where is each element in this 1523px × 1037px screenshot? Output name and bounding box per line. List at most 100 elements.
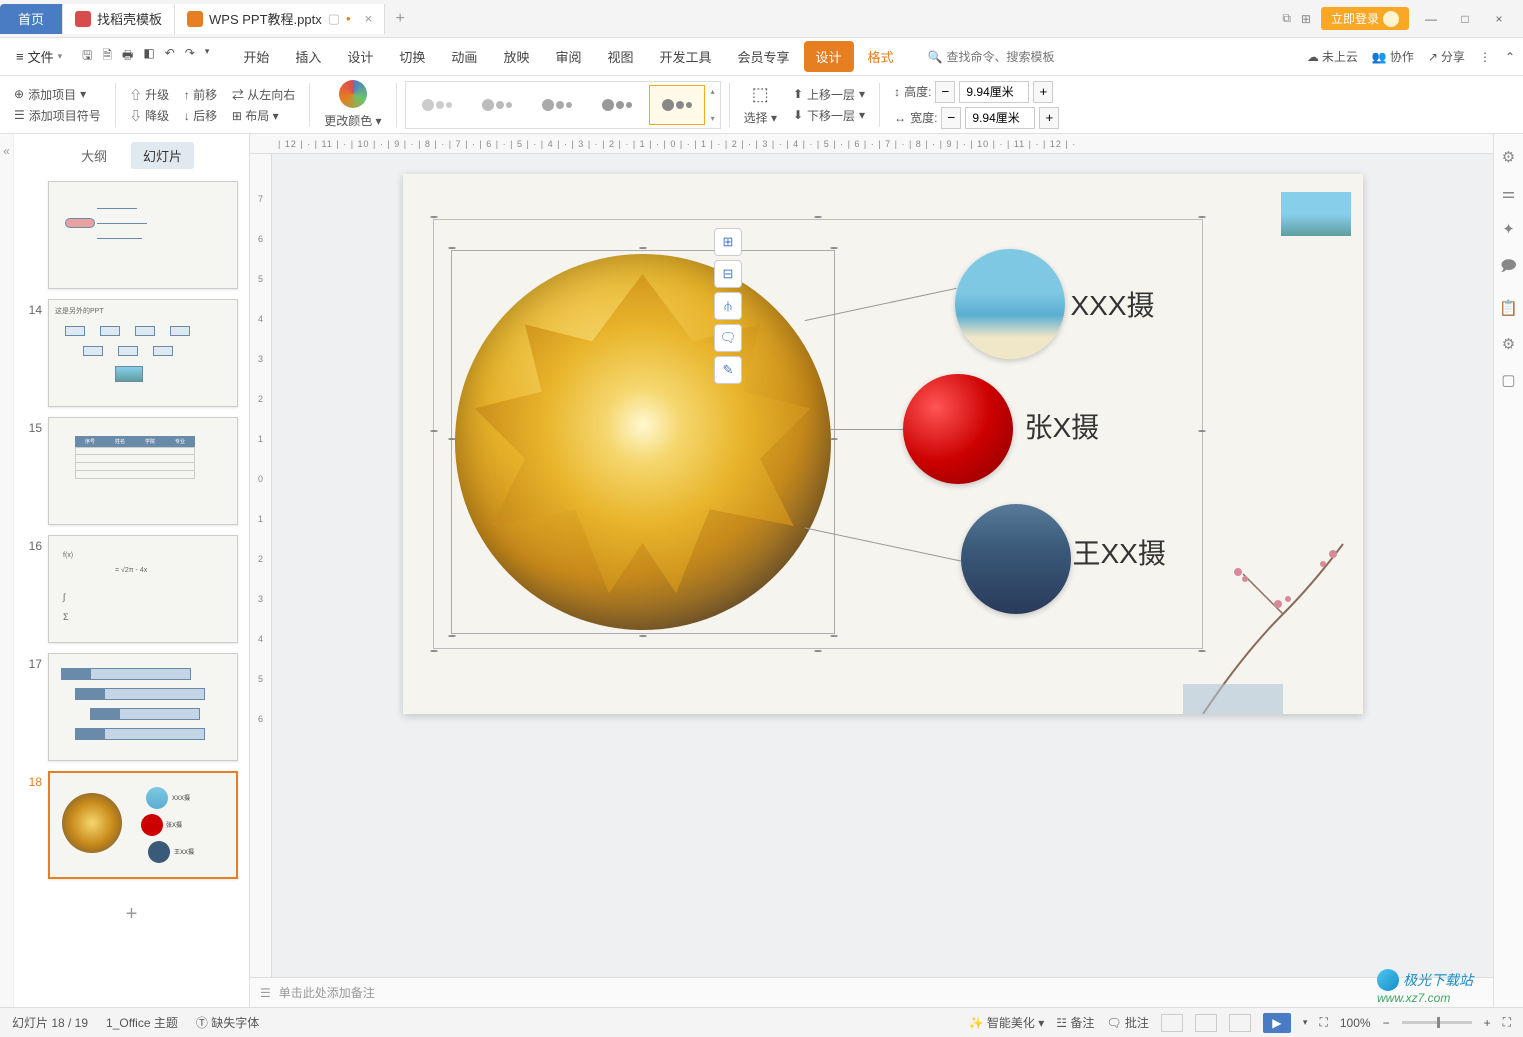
thumbnail-list[interactable]: 14 这是另外的PPT 15	[14, 177, 249, 1007]
print-icon[interactable]: 🖶	[122, 46, 133, 67]
ft-edit-icon[interactable]: ✎	[714, 356, 742, 384]
qat-more-icon[interactable]: ▾	[205, 46, 210, 67]
height-input[interactable]	[959, 81, 1029, 103]
comments-toggle[interactable]: 🗨 批注	[1106, 1014, 1149, 1031]
change-color-button[interactable]: 更改颜色 ▾	[324, 112, 381, 129]
label-2[interactable]: 张X摄	[1025, 406, 1100, 446]
menu-transition[interactable]: 切换	[387, 41, 437, 72]
ltr-button[interactable]: ⇄ 从左向右	[232, 86, 295, 103]
close-window-button[interactable]: ×	[1487, 12, 1511, 26]
smart-beautify-button[interactable]: ✨ 智能美化 ▾	[969, 1014, 1045, 1031]
undo-icon[interactable]: ↶	[165, 46, 175, 67]
zoom-slider[interactable]	[1402, 1021, 1472, 1024]
add-slide-button[interactable]: +	[22, 889, 241, 940]
share-button[interactable]: ↗分享	[1428, 48, 1465, 65]
sr-sparkle-icon[interactable]: ✦	[1502, 220, 1515, 238]
menu-format[interactable]: 格式	[856, 41, 906, 72]
promote-button[interactable]: ⇧ 升级	[130, 86, 169, 103]
not-cloud-button[interactable]: ☁未上云	[1307, 48, 1358, 65]
move-before-button[interactable]: ↑ 前移	[184, 86, 217, 103]
file-menu[interactable]: ≡ 文件 ▾	[8, 43, 70, 70]
sr-settings-icon[interactable]: ⚙	[1502, 148, 1515, 166]
sa-style-5[interactable]	[649, 85, 705, 125]
menu-view[interactable]: 视图	[595, 41, 645, 72]
small-image-3[interactable]	[961, 504, 1071, 614]
outline-tab[interactable]: 大纲	[69, 142, 119, 169]
fullscreen-button[interactable]: ⛶	[1503, 1015, 1511, 1030]
search-box[interactable]: 🔍	[928, 50, 1067, 64]
thumbnail-18[interactable]: XXX摄 张X摄 王XX摄	[48, 771, 238, 879]
maximize-button[interactable]: □	[1453, 12, 1477, 26]
zoom-in-button[interactable]: +	[1484, 1016, 1491, 1030]
select-icon[interactable]: ⬚	[752, 84, 769, 105]
home-tab[interactable]: 首页	[0, 4, 63, 34]
height-decrease[interactable]: −	[935, 81, 955, 103]
minimize-button[interactable]: —	[1419, 12, 1443, 26]
select-button[interactable]: 选择 ▾	[744, 109, 777, 126]
notes-placeholder[interactable]: 单击此处添加备注	[279, 984, 375, 1001]
menu-animation[interactable]: 动画	[439, 41, 489, 72]
move-down-button[interactable]: ⬇ 下移一层 ▾	[793, 107, 865, 124]
sa-style-2[interactable]	[469, 85, 525, 125]
menu-design[interactable]: 设计	[335, 41, 385, 72]
height-increase[interactable]: +	[1033, 81, 1053, 103]
ft-layout-icon[interactable]: ⊟	[714, 260, 742, 288]
color-wheel-icon[interactable]	[339, 80, 367, 108]
handle[interactable]	[448, 635, 456, 637]
handle[interactable]	[1198, 430, 1206, 432]
handle[interactable]	[830, 438, 838, 440]
vertical-ruler[interactable]: 76543210123456	[250, 154, 272, 977]
more-icon[interactable]: ⋮	[1479, 48, 1491, 65]
close-icon[interactable]: ×	[365, 11, 373, 26]
handle[interactable]	[814, 650, 822, 652]
add-bullet-button[interactable]: ☰ 添加项目符号	[14, 107, 101, 124]
handle[interactable]	[830, 635, 838, 637]
handle[interactable]	[430, 650, 438, 652]
slides-tab[interactable]: 幻灯片	[131, 142, 194, 169]
menu-design2[interactable]: 设计	[804, 41, 854, 72]
label-1[interactable]: XXX摄	[1071, 284, 1155, 324]
handle[interactable]	[639, 635, 647, 637]
sorter-view-button[interactable]	[1195, 1014, 1217, 1032]
ft-align-icon[interactable]: ⫛	[714, 292, 742, 320]
sr-clipboard-icon[interactable]: 📋	[1499, 299, 1518, 317]
add-item-button[interactable]: ⊕ 添加项目 ▾	[14, 86, 101, 103]
handle[interactable]	[430, 430, 438, 432]
thumbnail-14[interactable]: 这是另外的PPT	[48, 299, 238, 407]
layout-button[interactable]: ⊞ 布局 ▾	[232, 107, 279, 124]
zoom-out-button[interactable]: −	[1383, 1016, 1390, 1030]
handle[interactable]	[1198, 216, 1206, 218]
small-image-1[interactable]	[955, 249, 1065, 359]
sr-gear-icon[interactable]: ⚙	[1502, 335, 1515, 353]
sr-sliders-icon[interactable]: ⚌	[1502, 184, 1515, 202]
handle[interactable]	[448, 247, 456, 249]
menu-member[interactable]: 会员专享	[726, 41, 802, 72]
label-3[interactable]: 王XX摄	[1073, 532, 1166, 572]
sa-style-4[interactable]	[589, 85, 645, 125]
ft-group-icon[interactable]: ⊞	[714, 228, 742, 256]
selection-inner[interactable]	[451, 250, 835, 634]
login-button[interactable]: 立即登录	[1321, 7, 1409, 30]
move-after-button[interactable]: ↓ 后移	[184, 107, 217, 124]
ruler-toggle-icon[interactable]: ⧉	[1282, 11, 1291, 26]
tab-window-icon[interactable]: ▢	[328, 11, 340, 27]
redo-icon[interactable]: ↷	[185, 46, 195, 67]
zoom-label[interactable]: 100%	[1340, 1016, 1371, 1030]
handle[interactable]	[814, 216, 822, 218]
sa-style-1[interactable]	[409, 85, 465, 125]
handle[interactable]	[1198, 650, 1206, 652]
sr-chat-icon[interactable]: 🗩	[1500, 256, 1517, 281]
width-decrease[interactable]: −	[941, 107, 961, 129]
sa-gallery-more[interactable]: ▴▾	[709, 85, 717, 125]
handle[interactable]	[639, 247, 647, 249]
ft-note-icon[interactable]: 🗨	[714, 324, 742, 352]
fit-button[interactable]: ⛶	[1319, 1015, 1327, 1030]
notes-bar[interactable]: ☰ 单击此处添加备注	[250, 977, 1493, 1007]
sr-present-icon[interactable]: ▢	[1501, 371, 1515, 389]
move-up-button[interactable]: ⬆ 上移一层 ▾	[793, 86, 865, 103]
collapse-panel-button[interactable]: «	[0, 134, 14, 1007]
missing-font-button[interactable]: Ⓣ 缺失字体	[196, 1014, 259, 1031]
slideshow-button[interactable]: ▶	[1263, 1013, 1291, 1033]
menu-start[interactable]: 开始	[231, 41, 281, 72]
thumbnail-16[interactable]: f(x) = √2π - 4x ∫ Σ	[48, 535, 238, 643]
